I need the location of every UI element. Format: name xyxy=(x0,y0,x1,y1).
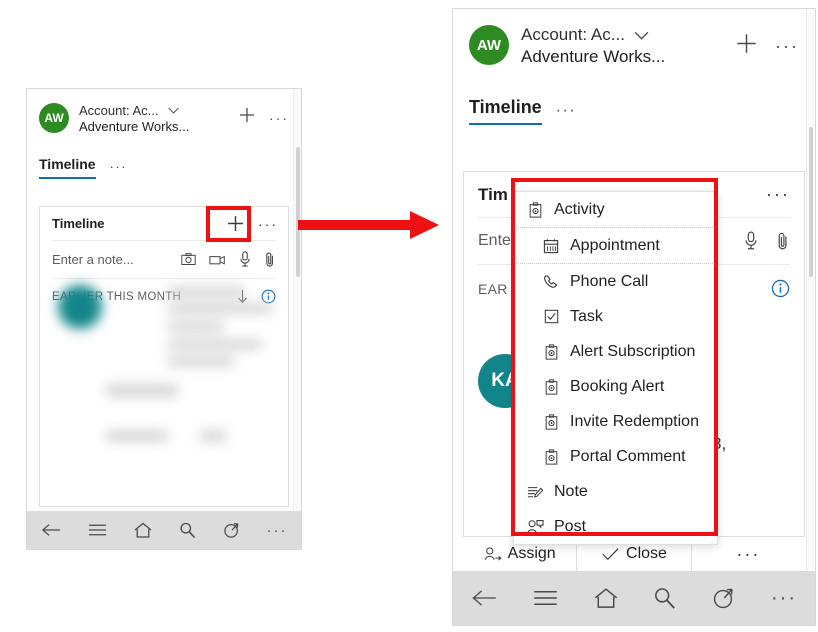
right-phone-frame: AW Account: Ac... Adventure Works... ··· xyxy=(452,8,816,626)
ellipsis-icon[interactable]: ··· xyxy=(775,36,799,57)
timeline-add-button[interactable] xyxy=(227,215,244,232)
more-icon[interactable]: ··· xyxy=(771,587,797,610)
right-record-header: AW Account: Ac... Adventure Works... ··· xyxy=(453,9,815,67)
task-checkbox-icon xyxy=(540,309,562,324)
activity-icon xyxy=(540,448,562,465)
assistant-icon[interactable] xyxy=(712,587,735,610)
back-icon[interactable] xyxy=(471,588,497,608)
search-icon[interactable] xyxy=(653,587,676,610)
video-icon[interactable] xyxy=(209,253,226,267)
right-tabstrip: Timeline ··· xyxy=(453,97,815,125)
blurred-avatar xyxy=(58,285,102,329)
check-icon xyxy=(601,546,620,562)
assistant-icon[interactable] xyxy=(223,522,240,539)
menu-item-note[interactable]: Note xyxy=(514,474,717,509)
menu-item-label: Phone Call xyxy=(570,272,649,290)
left-record-header: AW Account: Ac... Adventure Works... ··· xyxy=(27,89,301,134)
blurred-timeline-entry xyxy=(40,279,288,506)
new-activity-flyout-menu[interactable]: Activity Appointment Phone Call Task Ale… xyxy=(513,191,718,545)
note-icon xyxy=(524,484,546,500)
red-arrow xyxy=(298,211,439,239)
left-phone-frame: AW Account: Ac... Adventure Works... ··· xyxy=(26,88,302,550)
note-input-row[interactable]: Enter a note... xyxy=(40,241,288,278)
vertical-scrollbar[interactable] xyxy=(293,89,301,511)
calendar-icon xyxy=(540,238,562,254)
microphone-icon[interactable] xyxy=(239,251,251,268)
menu-item-label: Portal Comment xyxy=(570,447,686,465)
camera-icon[interactable] xyxy=(181,252,196,267)
menu-item-alert-subscription[interactable]: Alert Subscription xyxy=(514,334,717,369)
note-input-placeholder: Ente xyxy=(478,232,511,249)
tab-overflow-icon[interactable]: ··· xyxy=(110,159,128,179)
tab-timeline[interactable]: Timeline xyxy=(39,156,96,179)
menu-item-label: Note xyxy=(554,482,588,500)
attachment-icon[interactable] xyxy=(264,251,276,268)
activity-icon xyxy=(540,378,562,395)
microphone-icon[interactable] xyxy=(744,231,758,251)
menu-item-activity[interactable]: Activity xyxy=(514,192,717,228)
timeline-overflow-icon[interactable]: ··· xyxy=(258,216,278,232)
timeline-card-header: Timeline ··· xyxy=(40,207,288,240)
phone-icon xyxy=(540,274,562,290)
left-phone-navbar: ··· xyxy=(27,511,301,549)
record-title: Account: Ac... xyxy=(79,103,159,118)
note-input-placeholder: Enter a note... xyxy=(52,252,134,267)
menu-item-label: Task xyxy=(570,307,603,325)
screenshot-stage: AW Account: Ac... Adventure Works... ··· xyxy=(0,0,818,632)
back-icon[interactable] xyxy=(41,522,61,538)
vertical-scrollbar[interactable] xyxy=(806,9,815,571)
chevron-down-icon[interactable] xyxy=(167,104,180,117)
left-timeline-card: Timeline ··· Enter a note... EARLIER THI… xyxy=(39,206,289,507)
plus-icon[interactable] xyxy=(736,33,757,59)
attachment-icon[interactable] xyxy=(776,231,790,251)
record-subtitle: Adventure Works... xyxy=(79,119,190,134)
timeline-title: Timeline xyxy=(52,216,105,231)
menu-item-label: Post xyxy=(554,517,587,535)
home-icon[interactable] xyxy=(594,587,618,610)
ellipsis-icon[interactable]: ··· xyxy=(269,110,289,126)
menu-item-phone-call[interactable]: Phone Call xyxy=(514,264,717,299)
record-title: Account: Ac... xyxy=(521,25,625,44)
menu-item-label: Booking Alert xyxy=(570,377,665,395)
assign-label: Assign xyxy=(507,545,556,562)
menu-item-label: Alert Subscription xyxy=(570,342,696,360)
activity-icon xyxy=(540,343,562,360)
menu-item-invite-redemption[interactable]: Invite Redemption xyxy=(514,404,717,439)
right-phone-screen: AW Account: Ac... Adventure Works... ··· xyxy=(453,9,815,625)
left-phone-screen: AW Account: Ac... Adventure Works... ··· xyxy=(27,89,301,549)
plus-icon[interactable] xyxy=(239,107,255,128)
info-icon[interactable] xyxy=(771,279,790,298)
menu-icon[interactable] xyxy=(88,523,107,537)
menu-item-post[interactable]: Post xyxy=(514,509,717,544)
menu-item-label: Invite Redemption xyxy=(570,412,699,430)
right-phone-navbar: ··· xyxy=(453,571,815,625)
tab-overflow-icon[interactable]: ··· xyxy=(556,102,576,125)
menu-item-label: Activity xyxy=(554,200,605,218)
timeline-title: Tim xyxy=(478,184,508,204)
chevron-down-icon[interactable] xyxy=(633,27,650,44)
activity-icon xyxy=(524,201,546,218)
section-header-label: EAR xyxy=(478,280,508,297)
post-icon xyxy=(524,519,546,535)
menu-item-task[interactable]: Task xyxy=(514,299,717,334)
record-subtitle: Adventure Works... xyxy=(521,47,666,66)
menu-item-portal-comment[interactable]: Portal Comment xyxy=(514,439,717,474)
tab-timeline[interactable]: Timeline xyxy=(469,97,542,125)
assign-person-icon xyxy=(484,546,502,562)
search-icon[interactable] xyxy=(179,522,196,539)
activity-icon xyxy=(540,413,562,430)
timeline-overflow-icon[interactable]: ··· xyxy=(766,184,790,205)
avatar: AW xyxy=(469,25,509,65)
menu-item-appointment[interactable]: Appointment xyxy=(514,228,717,264)
menu-item-booking-alert[interactable]: Booking Alert xyxy=(514,369,717,404)
left-tabstrip: Timeline ··· xyxy=(27,156,301,179)
menu-icon[interactable] xyxy=(533,589,558,607)
more-icon[interactable]: ··· xyxy=(267,522,288,539)
avatar: AW xyxy=(39,103,69,133)
home-icon[interactable] xyxy=(134,522,152,539)
close-label: Close xyxy=(626,545,667,562)
menu-item-label: Appointment xyxy=(570,236,660,254)
